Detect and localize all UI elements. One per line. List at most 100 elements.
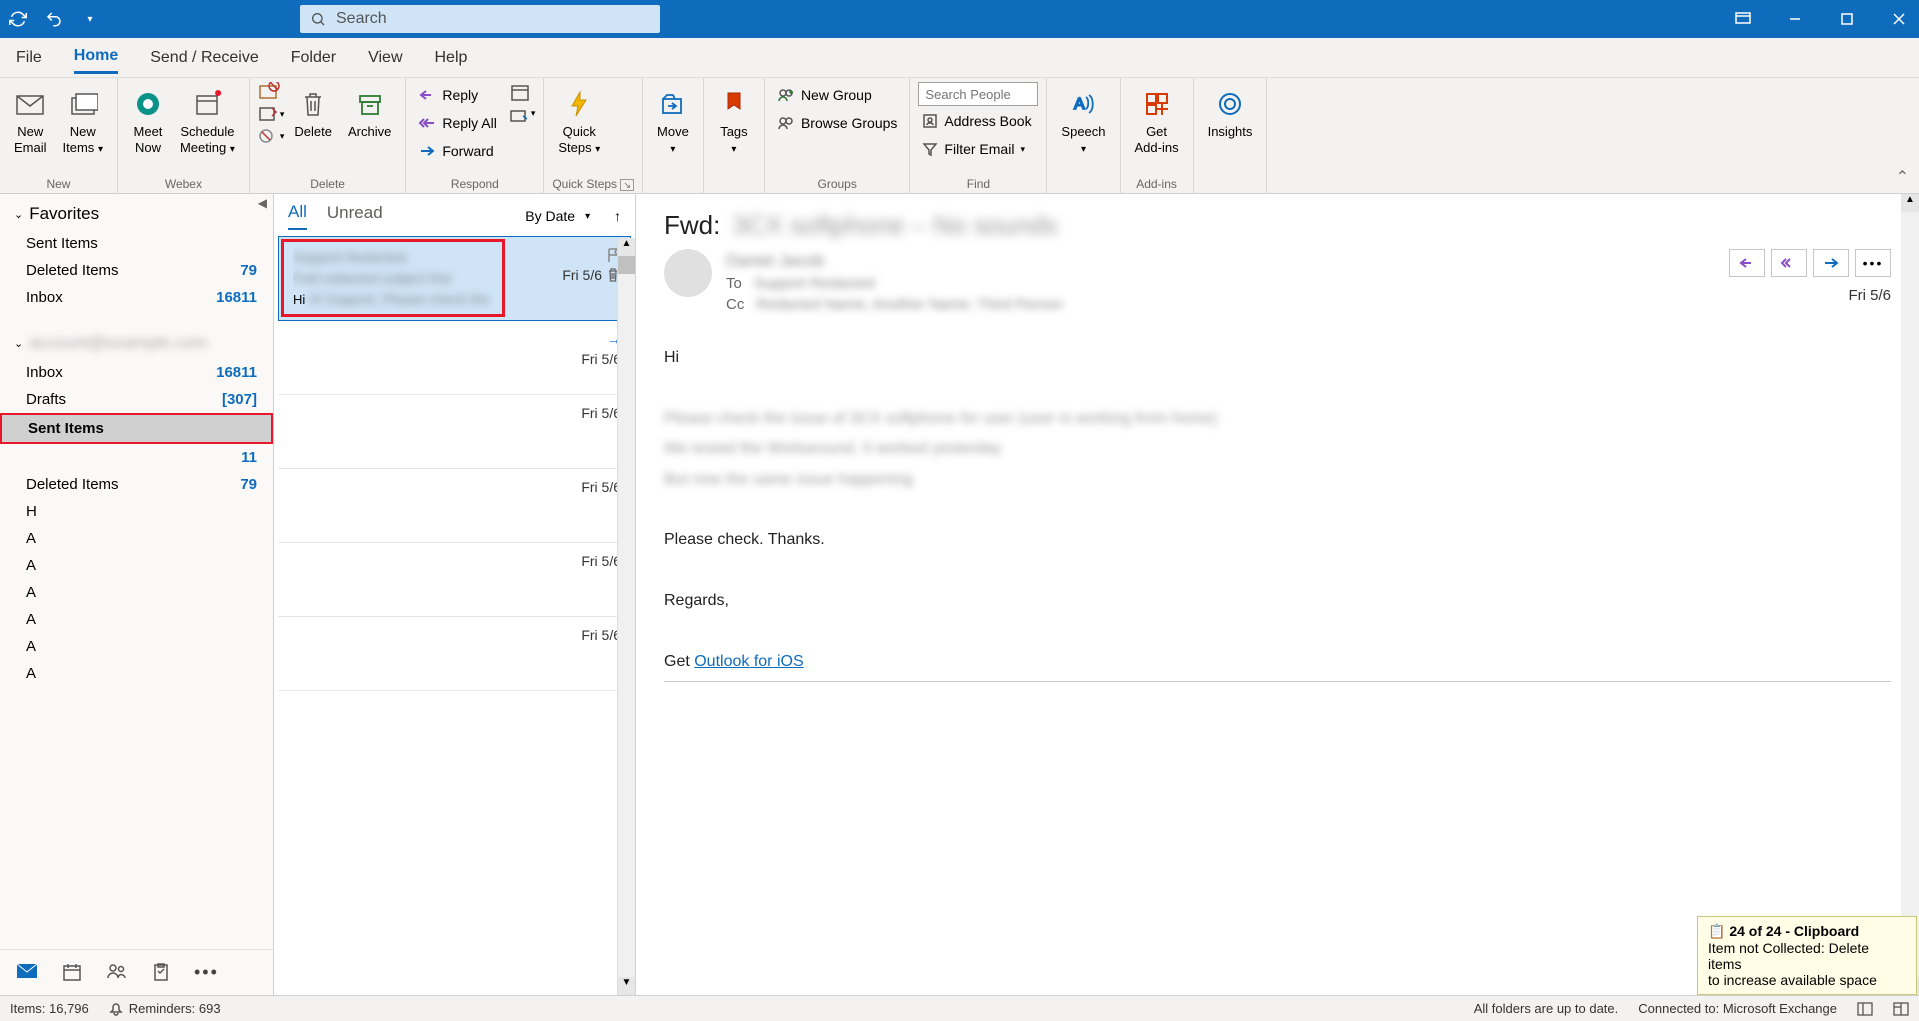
status-bar: Items: 16,796 Reminders: 693 All folders… <box>0 995 1919 1021</box>
message-list: All Unread By Date ▾ ↑ Support Redacted … <box>274 194 636 995</box>
status-items: Items: 16,796 <box>10 1001 89 1016</box>
schedule-meeting-button[interactable]: ● Schedule Meeting ▾ <box>174 82 241 160</box>
status-sync: All folders are up to date. <box>1474 1001 1619 1016</box>
message-item[interactable]: Fri 5/6 <box>278 395 631 469</box>
mail-icon[interactable] <box>16 962 38 983</box>
search-people-input[interactable] <box>918 82 1038 106</box>
message-item[interactable]: Support Redacted Fwd redacted subject li… <box>278 236 631 321</box>
insights-button[interactable]: Insights <box>1202 82 1259 144</box>
svg-text:A: A <box>1074 96 1085 113</box>
group-webex-label: Webex <box>126 175 241 193</box>
forward-action[interactable] <box>1813 249 1849 277</box>
search-placeholder: Search <box>336 10 387 28</box>
msglist-scrollbar[interactable]: ▲ ▼ <box>617 238 635 995</box>
tab-view[interactable]: View <box>368 43 402 73</box>
meet-now-button[interactable]: Meet Now <box>126 82 170 159</box>
folder-a[interactable]: A <box>0 633 273 660</box>
fav-inbox[interactable]: Inbox16811 <box>0 284 273 311</box>
more-actions[interactable]: ••• <box>1855 249 1891 277</box>
group-addins-label: Add-ins <box>1129 175 1185 193</box>
message-item[interactable]: Fri 5/6 <box>278 469 631 543</box>
outlook-ios-link[interactable]: Outlook for iOS <box>694 653 803 670</box>
calendar-icon[interactable] <box>62 962 82 983</box>
quick-steps-button[interactable]: Quick Steps ▾ <box>552 82 606 160</box>
minimize-button[interactable] <box>1783 7 1807 31</box>
clipboard-toast: 📋 24 of 24 - Clipboard Item not Collecte… <box>1697 916 1917 995</box>
view-normal-icon[interactable] <box>1857 1002 1873 1016</box>
filter-email-button[interactable]: Filter Email ▾ <box>918 136 1038 162</box>
address-book-button[interactable]: Address Book <box>918 108 1038 134</box>
qat-dropdown-icon[interactable]: ▾ <box>80 9 100 29</box>
tasks-icon[interactable] <box>152 962 170 983</box>
ribbon-display-icon[interactable] <box>1731 7 1755 31</box>
reply-button[interactable]: Reply <box>414 82 500 108</box>
folder-inbox[interactable]: Inbox16811 <box>0 359 273 386</box>
tab-folder[interactable]: Folder <box>291 43 336 73</box>
group-find-label: Find <box>918 175 1038 193</box>
search-icon <box>310 11 326 27</box>
message-date: Fri 5/6 <box>1729 287 1891 304</box>
new-email-button[interactable]: New Email <box>8 82 53 159</box>
group-new-label: New <box>8 175 109 193</box>
browse-groups-button[interactable]: Browse Groups <box>773 110 901 136</box>
folder-a[interactable]: A <box>0 579 273 606</box>
account-header[interactable]: ⌄ account@example.com <box>0 323 273 359</box>
folder-subfolder[interactable]: 11 <box>0 444 273 471</box>
tab-file[interactable]: File <box>16 43 42 73</box>
close-button[interactable] <box>1887 7 1911 31</box>
cleanup-icon[interactable]: ▾ <box>258 106 285 122</box>
message-item[interactable]: Fri 5/6 <box>278 617 631 691</box>
meeting-icon[interactable] <box>509 82 536 102</box>
tab-home[interactable]: Home <box>74 41 118 74</box>
speech-button[interactable]: A Speech▾ <box>1055 82 1111 160</box>
ignore-icon[interactable] <box>258 82 285 100</box>
more-respond-icon[interactable]: ▾ <box>509 108 536 124</box>
move-button[interactable]: Move▾ <box>651 82 695 160</box>
favorites-header[interactable]: ⌄ Favorites <box>0 194 273 230</box>
folder-a[interactable]: A <box>0 552 273 579</box>
tags-button[interactable]: Tags▾ <box>712 82 756 160</box>
folder-drafts[interactable]: Drafts[307] <box>0 386 273 413</box>
search-box[interactable]: Search <box>300 5 660 33</box>
folder-a[interactable]: A <box>0 660 273 687</box>
more-nav-icon[interactable]: ••• <box>194 962 219 983</box>
folder-sent-items[interactable]: Sent Items <box>0 413 273 444</box>
group-groups-label: Groups <box>773 175 901 193</box>
new-group-button[interactable]: New Group <box>773 82 901 108</box>
bell-icon <box>109 1002 123 1016</box>
message-item[interactable]: →Fri 5/6 <box>278 321 631 395</box>
reply-action[interactable] <box>1729 249 1765 277</box>
fav-sent-items[interactable]: Sent Items <box>0 230 273 257</box>
delete-button[interactable]: Delete <box>288 82 338 144</box>
folder-collapse-icon[interactable]: ◀ <box>258 196 267 210</box>
reply-all-button[interactable]: Reply All <box>414 110 500 136</box>
group-respond-label: Respond <box>414 175 535 193</box>
view-reading-icon[interactable] <box>1893 1002 1909 1016</box>
tab-send-receive[interactable]: Send / Receive <box>150 43 259 73</box>
reply-all-action[interactable] <box>1771 249 1807 277</box>
collapse-ribbon-icon[interactable]: ⌃ <box>1896 167 1909 187</box>
msglist-tab-all[interactable]: All <box>288 202 307 230</box>
msglist-sort[interactable]: By Date ▾ ↑ <box>525 208 621 224</box>
undo-icon[interactable] <box>44 9 64 29</box>
archive-button[interactable]: Archive <box>342 82 397 144</box>
get-addins-button[interactable]: Get Add-ins <box>1129 82 1185 159</box>
group-delete-label: Delete <box>258 175 397 193</box>
message-item[interactable]: Fri 5/6 <box>278 543 631 617</box>
fav-deleted-items[interactable]: Deleted Items79 <box>0 257 273 284</box>
folder-a[interactable]: A <box>0 525 273 552</box>
refresh-icon[interactable] <box>8 9 28 29</box>
msglist-tab-unread[interactable]: Unread <box>327 203 383 229</box>
folder-deleted-items[interactable]: Deleted Items79 <box>0 471 273 498</box>
forward-button[interactable]: Forward <box>414 138 500 164</box>
folder-a[interactable]: A <box>0 606 273 633</box>
status-reminders: Reminders: 693 <box>109 1001 221 1016</box>
tab-help[interactable]: Help <box>435 43 468 73</box>
new-items-button[interactable]: New Items ▾ <box>57 82 109 160</box>
chevron-down-icon: ⌄ <box>14 337 23 350</box>
junk-icon[interactable]: ▾ <box>258 128 285 144</box>
maximize-button[interactable] <box>1835 7 1859 31</box>
folder-h[interactable]: H <box>0 498 273 525</box>
reading-scrollbar[interactable]: ▲ ▼ <box>1901 194 1919 995</box>
people-icon[interactable] <box>106 962 128 983</box>
